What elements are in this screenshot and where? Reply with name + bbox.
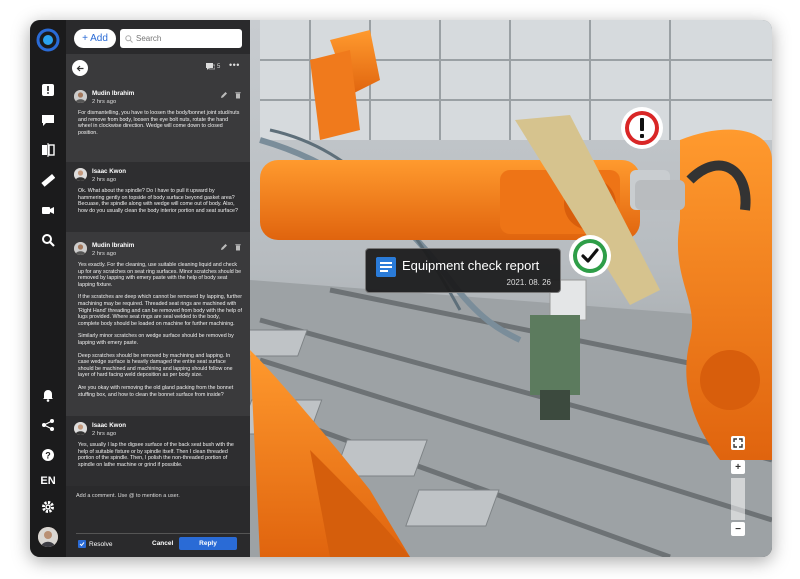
comment-avatar — [74, 242, 87, 255]
equipment-report-callout[interactable]: Equipment check report 2021. 08. 26 — [365, 248, 561, 293]
comment-panel: + Add 5 ••• Mudin Ibrahim — [66, 20, 250, 557]
comment-text: Ok. What about the spindle? Do I have to… — [78, 188, 238, 214]
svg-text:?: ? — [45, 450, 51, 460]
comment-count-value: 5 — [217, 64, 221, 70]
alert-nav-icon[interactable] — [38, 80, 58, 100]
comment-author: Mudin Ibrahim — [92, 242, 135, 249]
comment-text: Deep scratches should be removed by mach… — [78, 352, 233, 379]
edit-icon[interactable] — [220, 243, 228, 251]
comment-text: Similarly minor scratches on wedge surfa… — [78, 333, 234, 346]
report-title: Equipment check report — [402, 258, 540, 273]
share-icon[interactable] — [38, 415, 58, 435]
bell-icon[interactable] — [38, 385, 58, 405]
expand-icon — [733, 438, 743, 448]
resolve-label: Resolve — [89, 540, 113, 548]
check-marker-icon[interactable] — [568, 234, 612, 278]
back-button[interactable] — [72, 60, 88, 76]
comments-icon — [206, 63, 215, 70]
more-options-icon[interactable]: ••• — [229, 60, 240, 70]
comment-text: For dismantelling, you have to loosen th… — [78, 110, 240, 136]
cancel-button[interactable]: Cancel — [152, 540, 173, 547]
comment-composer: Add a comment. Use @ to mention a user. … — [66, 486, 250, 557]
trash-icon[interactable] — [234, 243, 242, 251]
language-toggle[interactable]: EN — [40, 475, 55, 487]
comment-item: Isaac Kwon 2 hrs ago Ok. What about the … — [66, 162, 250, 232]
comment-text: Yes, usually I lap the digsee surface of… — [78, 442, 234, 468]
comment-text: Yes exactly. For the cleaning, use suita… — [78, 262, 242, 288]
ruler-nav-icon[interactable] — [38, 170, 58, 190]
search-icon — [125, 34, 133, 43]
alert-marker-icon[interactable] — [620, 106, 664, 150]
search-input[interactable] — [136, 34, 236, 43]
document-icon — [376, 257, 396, 277]
comment-author: Isaac Kwon — [92, 422, 127, 429]
thread-header: 5 ••• — [66, 58, 250, 80]
comment-item: Isaac Kwon 2 hrs ago Yes, usually I lap … — [66, 416, 250, 486]
comment-text: If the scratches are deep which cannot b… — [78, 294, 243, 327]
comment-time: 2 hrs ago — [92, 251, 117, 257]
fullscreen-button[interactable] — [731, 436, 745, 450]
composer-divider — [76, 533, 250, 534]
app-window: ? EN + Add 5 ••• — [30, 20, 772, 557]
comment-input[interactable]: Add a comment. Use @ to mention a user. — [76, 493, 180, 499]
comment-avatar — [74, 422, 87, 435]
zoom-out-button[interactable]: − — [731, 522, 745, 536]
video-camera-nav-icon[interactable] — [38, 200, 58, 220]
comment-nav-icon[interactable] — [38, 110, 58, 130]
comment-author: Isaac Kwon — [92, 168, 127, 175]
add-button[interactable]: + Add — [74, 29, 116, 48]
zoom-in-button[interactable]: + — [731, 460, 745, 474]
resolve-checkbox[interactable]: Resolve — [78, 540, 112, 548]
comment-item: Mudin Ibrahim 2 hrs ago For dismantellin… — [66, 84, 250, 158]
reply-button[interactable]: Reply — [179, 537, 237, 550]
zoom-slider[interactable] — [731, 478, 745, 520]
user-avatar[interactable] — [38, 527, 58, 547]
help-icon[interactable]: ? — [38, 445, 58, 465]
report-date: 2021. 08. 26 — [506, 278, 551, 287]
checkbox-checked-icon — [78, 540, 86, 548]
comment-time: 2 hrs ago — [92, 177, 117, 183]
app-logo-icon — [36, 28, 60, 52]
edit-icon[interactable] — [220, 91, 228, 99]
panel-toolbar: + Add — [66, 20, 250, 54]
icon-sidebar: ? EN — [30, 20, 66, 557]
comment-time: 2 hrs ago — [92, 431, 117, 437]
trash-icon[interactable] — [234, 91, 242, 99]
compare-nav-icon[interactable] — [38, 140, 58, 160]
comment-author: Mudin Ibrahim — [92, 90, 135, 97]
search-box[interactable] — [120, 29, 242, 48]
comment-avatar — [74, 168, 87, 181]
comment-count: 5 — [206, 63, 220, 71]
comment-item: Mudin Ibrahim 2 hrs ago Yes exactly. For… — [66, 236, 250, 412]
gear-icon[interactable] — [38, 497, 58, 517]
arrow-left-icon — [76, 65, 83, 71]
comment-time: 2 hrs ago — [92, 99, 117, 105]
comment-avatar — [74, 90, 87, 103]
comment-text: Are you okay with removing the old gland… — [78, 384, 234, 398]
search-nav-icon[interactable] — [38, 230, 58, 250]
